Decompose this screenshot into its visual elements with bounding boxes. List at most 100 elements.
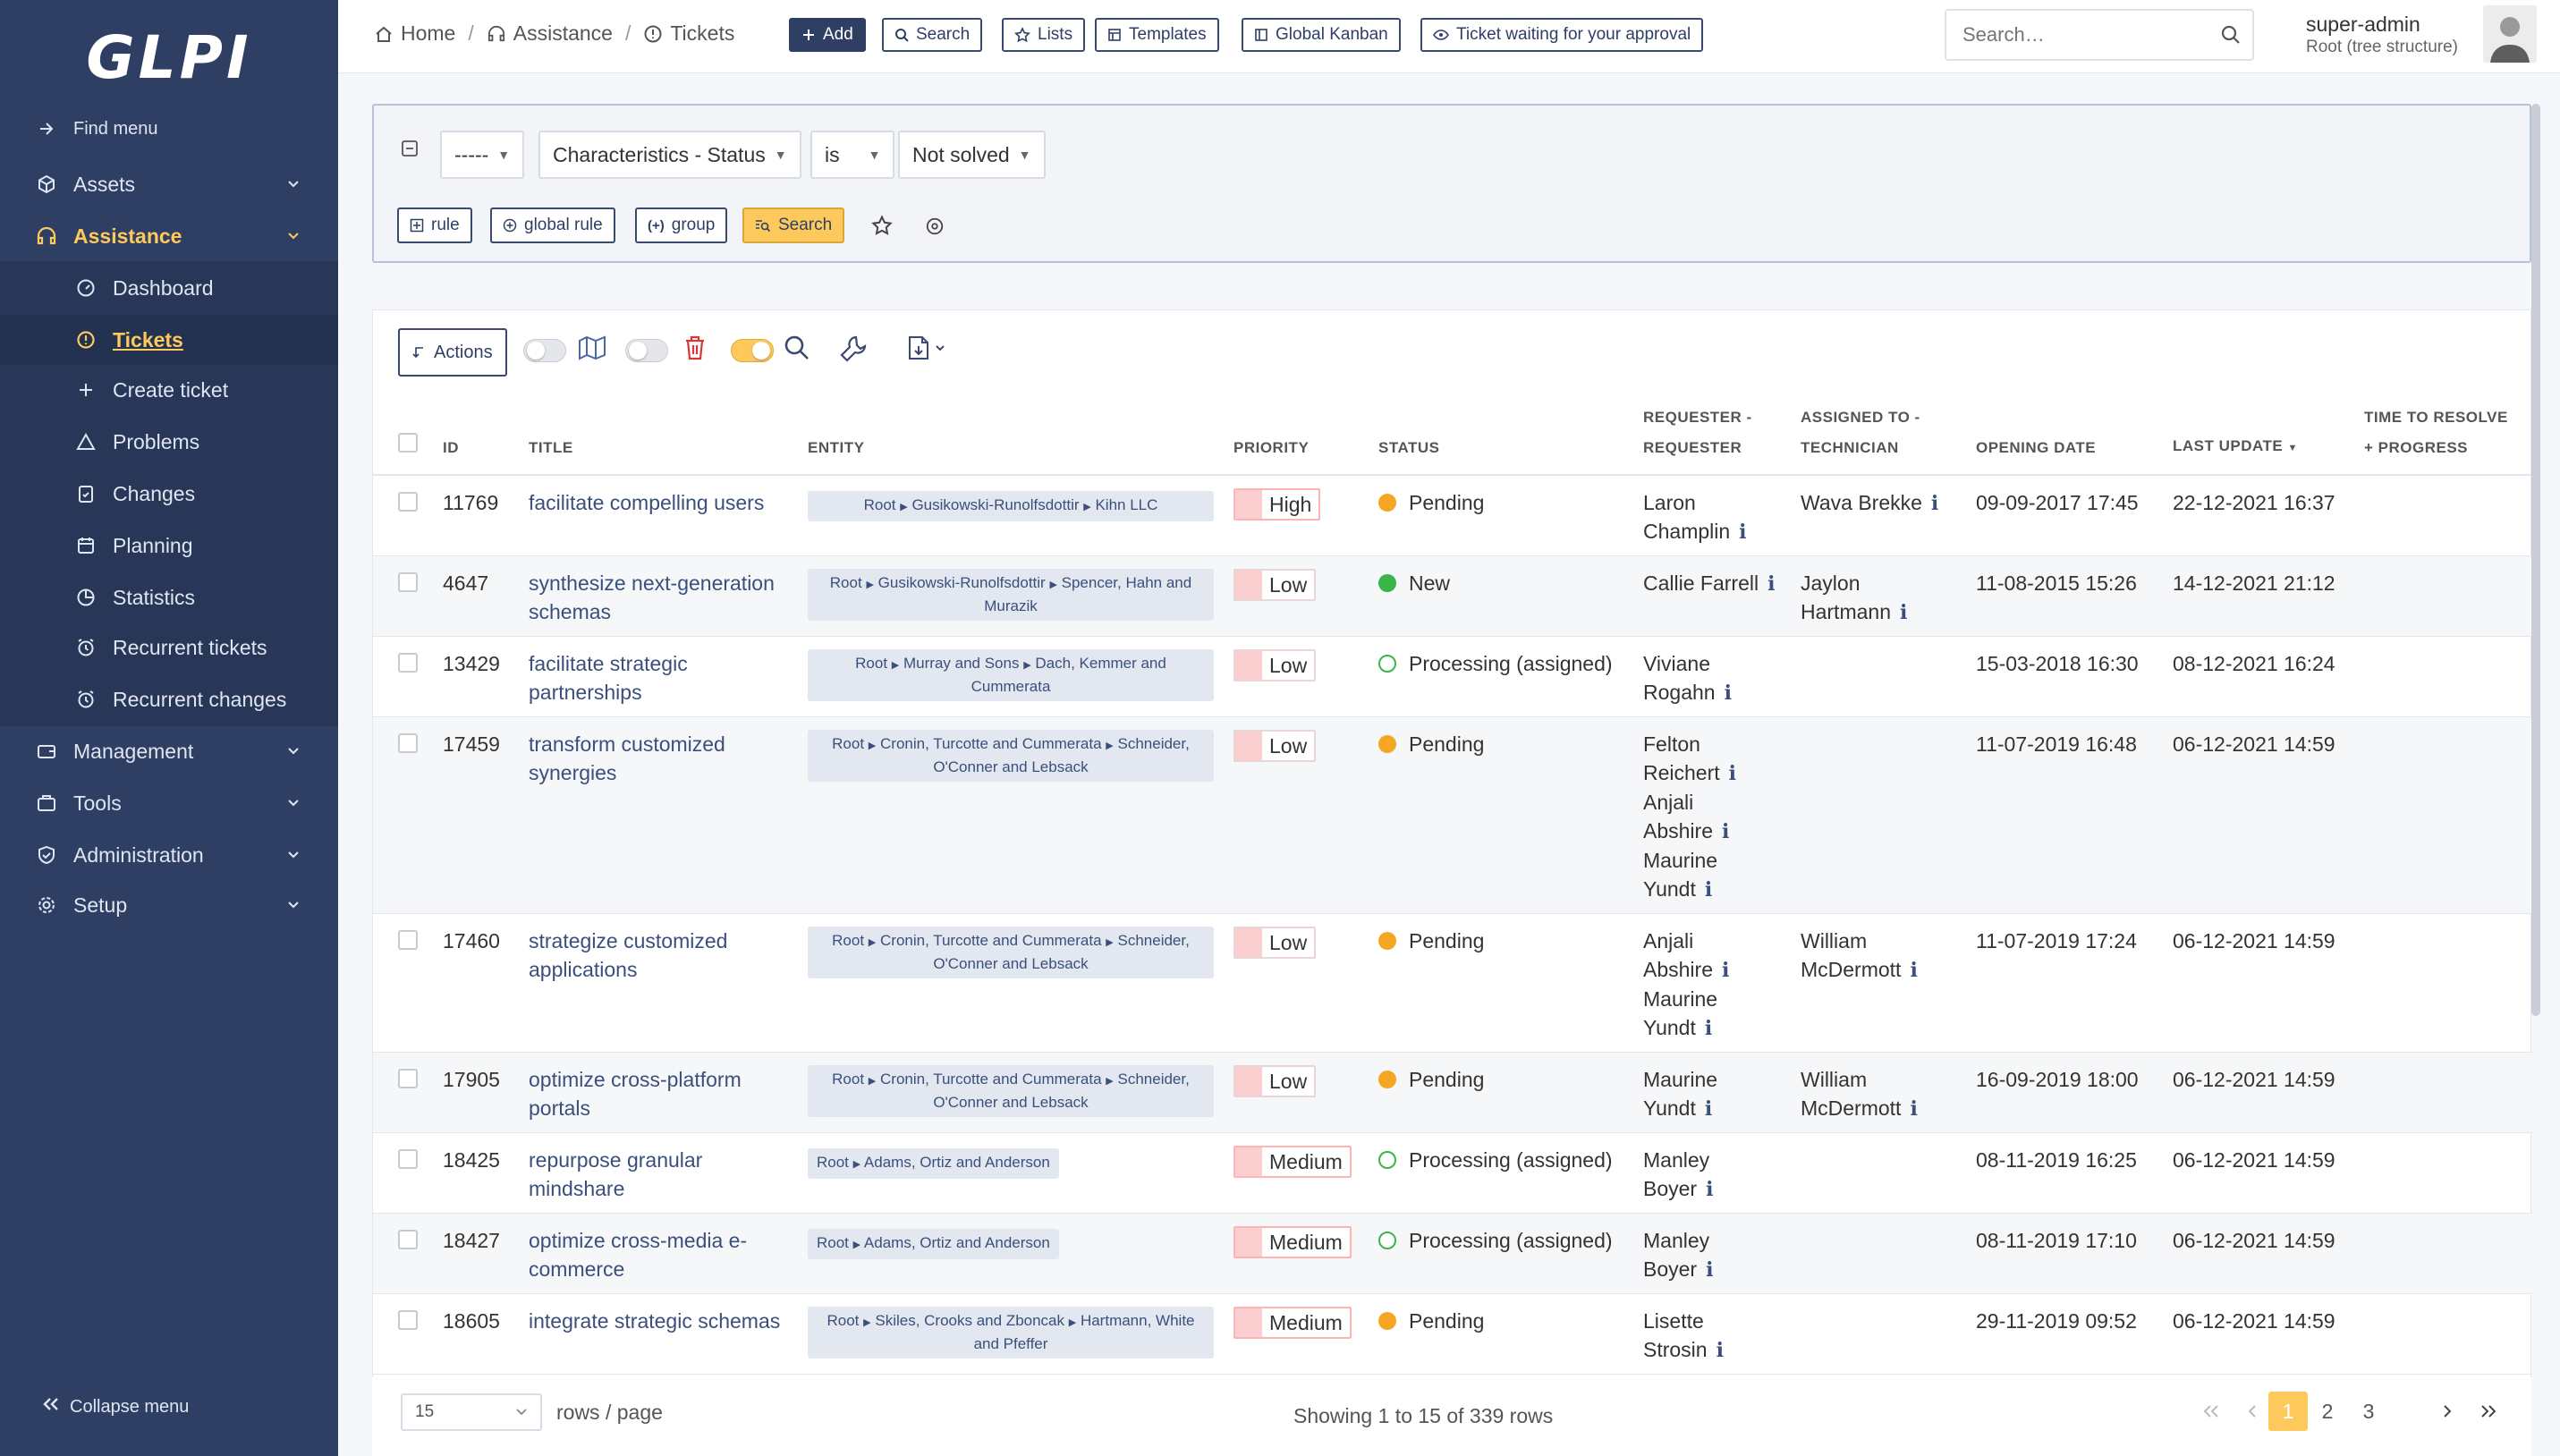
sidebar-item-setup[interactable]: Setup [0, 880, 338, 930]
sidebar-item-recurrent-changes[interactable]: Recurrent changes [0, 674, 338, 724]
search-mode-toggle[interactable] [731, 339, 774, 362]
wrench-icon[interactable] [838, 334, 869, 364]
entity-badge[interactable]: Root ▶ Cronin, Turcotte and Cummerata ▶ … [808, 1065, 1214, 1117]
person-link[interactable]: Manley Boyer i [1643, 1146, 1783, 1204]
info-icon[interactable]: i [1706, 1178, 1713, 1201]
search-button[interactable]: Search [882, 18, 983, 52]
col-title[interactable]: TITLE [529, 393, 808, 476]
person-link[interactable]: Felton Reichert i [1643, 730, 1783, 788]
info-icon[interactable]: i [1722, 820, 1729, 843]
breadcrumb-home[interactable]: Home [401, 21, 455, 46]
sidebar-item-tools[interactable]: Tools [0, 778, 338, 828]
info-icon[interactable]: i [1705, 1097, 1712, 1121]
sidebar-item-planning[interactable]: Planning [0, 521, 338, 571]
user-name[interactable]: super-admin [2306, 13, 2420, 37]
info-icon[interactable]: i [1706, 1258, 1713, 1282]
criteria-link-select[interactable]: ----- ▼ [440, 131, 525, 179]
row-checkbox[interactable] [398, 572, 418, 592]
table-row[interactable]: 11769 facilitate compelling users Root ▶ G… [373, 475, 2532, 556]
table-row[interactable]: 4647 synthesize next-generation schemas Ro… [373, 555, 2532, 637]
entity-badge[interactable]: Root ▶ Cronin, Turcotte and Cummerata ▶ … [808, 730, 1214, 782]
first-page-button[interactable] [2191, 1392, 2231, 1431]
page-2-button[interactable]: 2 [2308, 1392, 2347, 1431]
table-row[interactable]: 18427 optimize cross-media e-commerce Root… [373, 1213, 2532, 1294]
ticket-title-link[interactable]: repurpose granular mindshare [529, 1148, 702, 1200]
person-link[interactable]: Maurine Yundt i [1643, 846, 1783, 904]
add-button[interactable]: Add [789, 18, 866, 52]
criteria-field-select[interactable]: Characteristics - Status ▼ [538, 131, 801, 179]
trash-icon[interactable] [682, 334, 708, 362]
ticket-title-link[interactable]: transform customized synergies [529, 732, 725, 784]
reset-search-icon[interactable] [925, 216, 945, 236]
page-3-button[interactable]: 3 [2349, 1392, 2388, 1431]
sidebar-item-tickets[interactable]: Tickets [0, 315, 338, 365]
sidebar-item-changes[interactable]: Changes [0, 469, 338, 519]
ticket-title-link[interactable]: optimize cross-media e-commerce [529, 1229, 747, 1281]
prev-page-button[interactable] [2233, 1392, 2272, 1431]
person-link[interactable]: Callie Farrell i [1643, 569, 1783, 598]
rows-per-page-select[interactable]: 15 [401, 1393, 542, 1431]
ticket-title-link[interactable]: strategize customized applications [529, 929, 727, 981]
find-menu-button[interactable]: Find menu [0, 104, 338, 154]
col-requester[interactable]: REQUESTER - REQUESTER [1643, 393, 1801, 476]
table-row[interactable]: 17905 optimize cross-platform portals Root… [373, 1052, 2532, 1133]
row-checkbox[interactable] [398, 653, 418, 673]
glpi-logo[interactable]: GLPI [0, 0, 338, 114]
ticket-title-link[interactable]: optimize cross-platform portals [529, 1068, 742, 1120]
ticket-title-link[interactable]: synthesize next-generation schemas [529, 571, 775, 623]
search-icon[interactable] [2220, 24, 2242, 46]
avatar[interactable] [2483, 5, 2537, 63]
sidebar-item-problems[interactable]: Problems [0, 417, 338, 467]
entity-badge[interactable]: Root ▶ Skiles, Crooks and Zboncak ▶ Hart… [808, 1307, 1214, 1359]
person-link[interactable]: Viviane Rogahn i [1643, 649, 1783, 707]
person-link[interactable]: Jaylon Hartmann i [1801, 569, 1958, 627]
entity-badge[interactable]: Root ▶ Adams, Ortiz and Anderson [808, 1148, 1059, 1179]
row-checkbox[interactable] [398, 1149, 418, 1169]
sidebar-item-statistics[interactable]: Statistics [0, 572, 338, 622]
person-link[interactable]: William McDermott i [1801, 927, 1958, 985]
criteria-operator-select[interactable]: is ▼ [810, 131, 895, 179]
col-last-update[interactable]: LAST UPDATE ▼ [2173, 393, 2364, 476]
person-link[interactable]: Wava Brekke i [1801, 488, 1958, 518]
row-checkbox[interactable] [398, 1069, 418, 1088]
sidebar-item-create-ticket[interactable]: Create ticket [0, 365, 338, 415]
row-checkbox[interactable] [398, 492, 418, 512]
sidebar-item-administration[interactable]: Administration [0, 830, 338, 880]
last-page-button[interactable] [2469, 1392, 2508, 1431]
col-entity[interactable]: ENTITY [808, 393, 1233, 476]
sidebar-item-assets[interactable]: Assets [0, 159, 338, 209]
run-search-button[interactable]: Search [742, 207, 845, 243]
table-row[interactable]: 17460 strategize customized applications R… [373, 913, 2532, 1053]
info-icon[interactable]: i [1705, 1017, 1712, 1040]
person-link[interactable]: William McDermott i [1801, 1065, 1958, 1123]
info-icon[interactable]: i [1722, 959, 1729, 982]
sidebar-item-dashboard[interactable]: Dashboard [0, 263, 338, 313]
info-icon[interactable]: i [1767, 572, 1775, 596]
info-icon[interactable]: i [1910, 959, 1917, 982]
person-link[interactable]: Maurine Yundt i [1643, 1065, 1783, 1123]
person-link[interactable]: Lisette Strosin i [1643, 1307, 1783, 1365]
collapse-criteria-icon[interactable] [401, 140, 419, 157]
entity-badge[interactable]: Root ▶ Gusikowski-Runolfsdottir ▶ Spence… [808, 569, 1214, 621]
ticket-title-link[interactable]: facilitate strategic partnerships [529, 652, 688, 704]
info-icon[interactable]: i [1910, 1097, 1917, 1121]
person-link[interactable]: Manley Boyer i [1643, 1226, 1783, 1284]
ticket-title-link[interactable]: facilitate compelling users [529, 491, 764, 514]
col-time-to-resolve[interactable]: TIME TO RESOLVE + PROGRESS [2364, 393, 2532, 476]
save-search-star-icon[interactable] [871, 215, 893, 236]
breadcrumb-tickets[interactable]: Tickets [670, 21, 734, 46]
info-icon[interactable]: i [1900, 601, 1907, 624]
info-icon[interactable]: i [1717, 1339, 1724, 1362]
entity-badge[interactable]: Root ▶ Cronin, Turcotte and Cummerata ▶ … [808, 927, 1214, 978]
info-icon[interactable]: i [1705, 878, 1712, 902]
next-page-button[interactable] [2428, 1392, 2467, 1431]
search-icon[interactable] [783, 334, 811, 362]
person-link[interactable]: Laron Champlin i [1643, 488, 1783, 546]
col-priority[interactable]: PRIORITY [1233, 393, 1378, 476]
row-checkbox[interactable] [398, 733, 418, 753]
person-link[interactable]: Anjali Abshire i [1643, 927, 1783, 985]
ticket-waiting-approval-button[interactable]: Ticket waiting for your approval [1420, 18, 1704, 52]
global-search-field[interactable] [1945, 9, 2254, 61]
trash-toggle[interactable] [625, 339, 668, 362]
sidebar-item-assistance[interactable]: Assistance [0, 211, 338, 261]
